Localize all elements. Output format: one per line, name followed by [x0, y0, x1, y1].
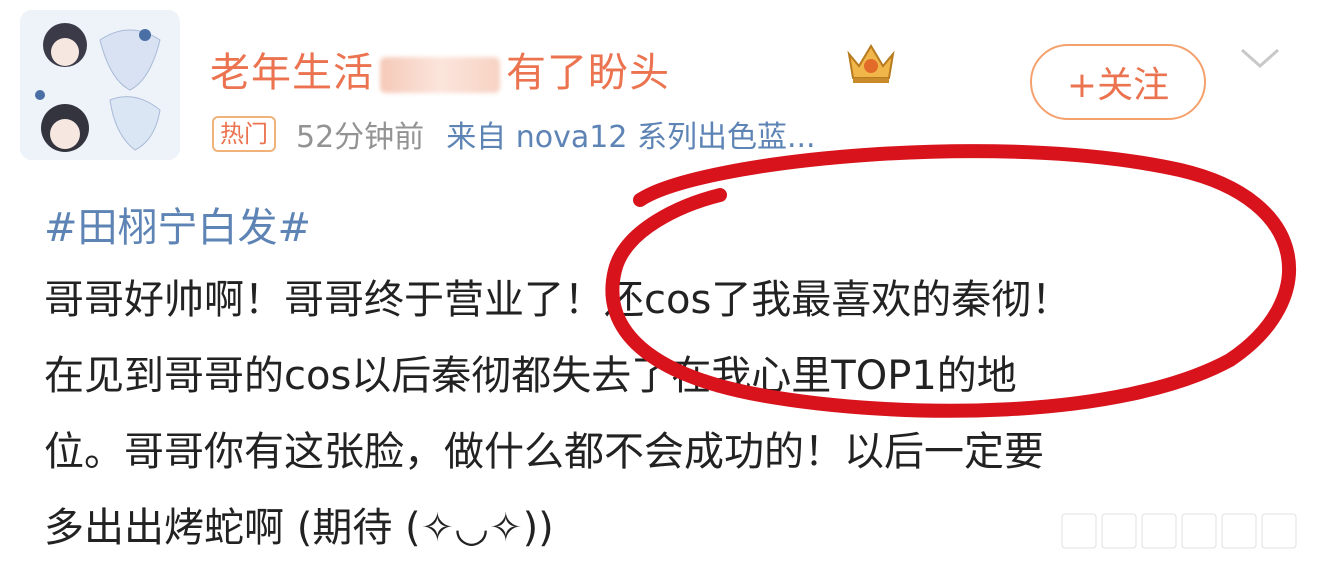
follow-button-label: +关注	[1066, 65, 1170, 106]
hot-badge: 热门	[212, 116, 276, 152]
post-meta: 热门 52分钟前 来自 nova12 系列出色蓝...	[212, 112, 816, 156]
redacted-name-segment	[380, 57, 500, 93]
post-line: 在见到哥哥的cos以后秦彻都失去了在我心里TOP1的地	[44, 353, 1017, 399]
watermark-bar	[1061, 513, 1297, 549]
post-source[interactable]: 来自 nova12 系列出色蓝...	[446, 112, 815, 156]
avatar-image	[20, 10, 180, 160]
username-start: 老年生活	[210, 50, 374, 96]
crown-icon	[847, 44, 895, 83]
follow-button[interactable]: +关注	[1030, 44, 1206, 120]
post-line: 位。哥哥你有这张脸，做什么都不会成功的！以后一定要	[44, 429, 1044, 475]
post-line: 哥哥好帅啊！哥哥终于营业了！还cos了我最喜欢的秦彻！	[44, 277, 1072, 323]
username-end: 有了盼头	[506, 50, 670, 96]
chevron-down-icon[interactable]	[1238, 44, 1282, 72]
hashtag-link[interactable]: #田栩宁白发#	[44, 195, 311, 253]
post-time: 52分钟前	[296, 120, 425, 155]
username[interactable]: 老年生活 有了盼头	[210, 40, 670, 98]
avatar[interactable]	[20, 10, 180, 160]
